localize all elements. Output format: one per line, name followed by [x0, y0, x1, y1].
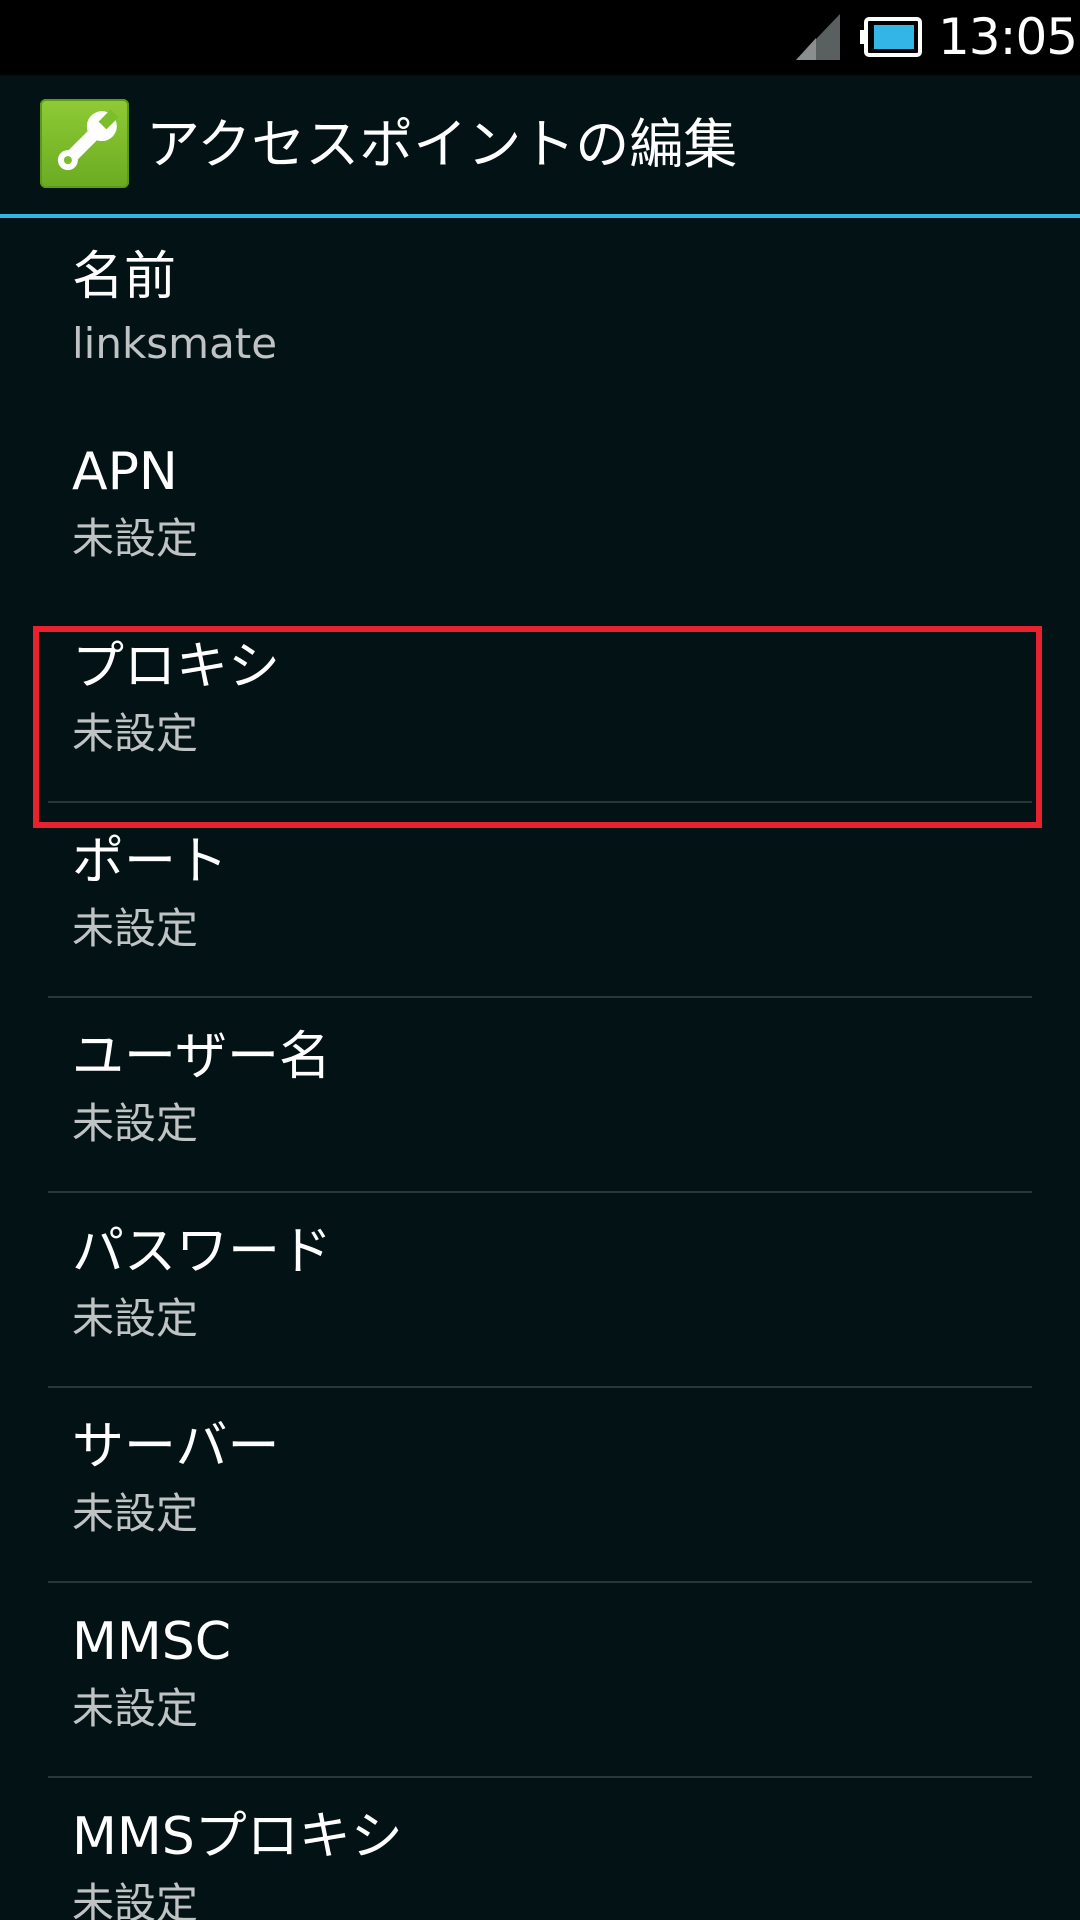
list-item-password[interactable]: パスワード 未設定 [0, 1193, 1080, 1388]
item-summary: linksmate [72, 319, 278, 368]
item-summary: 未設定 [72, 1879, 199, 1920]
battery-icon [860, 17, 922, 57]
list-item-username[interactable]: ユーザー名 未設定 [0, 998, 1080, 1193]
item-summary: 未設定 [72, 1489, 199, 1538]
list-item-server[interactable]: サーバー 未設定 [0, 1388, 1080, 1583]
list-item-port[interactable]: ポート 未設定 [0, 803, 1080, 998]
clock: 13:05 [938, 8, 1078, 66]
list-item-apn[interactable]: APN 未設定 [0, 413, 1080, 608]
signal-icon [796, 14, 840, 60]
item-title: 名前 [72, 247, 177, 307]
page-title: アクセスポイントの編集 [146, 113, 738, 176]
list-item-mms-proxy[interactable]: MMSプロキシ 未設定 [0, 1778, 1080, 1920]
item-title: サーバー [72, 1417, 280, 1477]
item-title: パスワード [72, 1222, 333, 1282]
item-summary: 未設定 [72, 1099, 199, 1148]
apn-highlight-box [33, 626, 1042, 828]
item-title: ポート [72, 832, 229, 892]
item-summary: 未設定 [72, 514, 199, 563]
item-summary: 未設定 [72, 1294, 199, 1343]
item-title: ユーザー名 [72, 1027, 331, 1087]
item-title: MMSプロキシ [72, 1807, 403, 1867]
apn-settings-list[interactable]: 名前 linksmate APN 未設定 プロキシ 未設定 ポート 未設定 ユー… [0, 218, 1080, 1920]
list-item-mmsc[interactable]: MMSC 未設定 [0, 1583, 1080, 1778]
item-summary: 未設定 [72, 904, 199, 953]
item-summary: 未設定 [72, 1684, 199, 1733]
action-bar: アクセスポイントの編集 [0, 75, 1080, 214]
wrench-icon[interactable] [40, 99, 129, 188]
item-title: MMSC [72, 1612, 232, 1672]
item-title: APN [72, 442, 178, 502]
list-item-name[interactable]: 名前 linksmate [0, 218, 1080, 408]
status-bar: 13:05 [0, 0, 1080, 75]
